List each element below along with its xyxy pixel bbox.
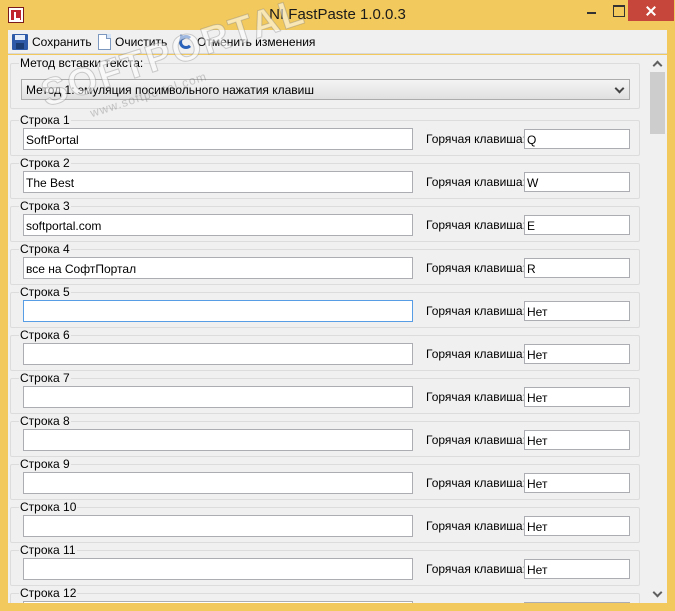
row-text-input[interactable]: SoftPortal [23, 128, 413, 150]
main-panel: Метод вставки текста: Метод 1: эмуляция … [8, 55, 667, 603]
row-label: Строка 2 [19, 156, 71, 170]
scroll-up-arrow-icon[interactable] [649, 55, 666, 72]
title-bar[interactable]: NI FastPaste 1.0.0.3 [0, 0, 675, 30]
method-group: Метод вставки текста: Метод 1: эмуляция … [10, 57, 640, 109]
undo-label: Отменить изменения [197, 35, 316, 49]
row-group: Строка 6 Горячая клавиша: Нет [10, 329, 640, 371]
hotkey-field[interactable]: Нет [524, 387, 630, 407]
chevron-down-icon [614, 83, 625, 94]
row-group: Строка 11 Горячая клавиша: Нет [10, 544, 640, 586]
scroll-down-arrow-icon[interactable] [649, 586, 666, 603]
row-label: Строка 3 [19, 199, 71, 213]
row-group: Строка 12Горячая клавиша: [10, 587, 640, 603]
hotkey-field[interactable] [524, 602, 630, 603]
vertical-scrollbar[interactable] [649, 55, 666, 603]
hotkey-label: Горячая клавиша: [426, 347, 526, 361]
hotkey-label: Горячая клавиша: [426, 261, 526, 275]
row-text-input[interactable] [23, 558, 413, 580]
toolbar: Сохранить Очистить Отменить изменения [8, 30, 667, 54]
undo-icon [179, 35, 193, 49]
row-label: Строка 11 [19, 543, 77, 557]
minimize-button[interactable] [578, 0, 604, 21]
blank-document-icon [98, 34, 111, 50]
hotkey-label: Горячая клавиша: [426, 304, 526, 318]
hotkey-field[interactable]: Нет [524, 473, 630, 493]
method-select[interactable]: Метод 1: эмуляция посимвольного нажатия … [21, 79, 630, 100]
hotkey-field[interactable]: Нет [524, 344, 630, 364]
row-label: Строка 10 [19, 500, 78, 514]
row-group: Строка 4 все на СофтПортал Горячая клавиша… [10, 243, 640, 285]
row-text-input[interactable] [23, 601, 413, 603]
row-text-input[interactable] [23, 386, 413, 408]
row-label: Строка 9 [19, 457, 71, 471]
app-window: NI FastPaste 1.0.0.3 Сохранить Очистить … [0, 0, 675, 611]
undo-changes-button[interactable]: Отменить изменения [179, 33, 315, 51]
row-text-input[interactable]: softportal.com [23, 214, 413, 236]
hotkey-label: Горячая клавиша: [426, 390, 526, 404]
hotkey-field[interactable]: Q [524, 129, 630, 149]
row-label: Строка 12 [19, 586, 78, 600]
hotkey-field[interactable]: W [524, 172, 630, 192]
row-text-input[interactable] [23, 515, 413, 537]
row-label: Строка 8 [19, 414, 71, 428]
hotkey-field[interactable]: Нет [524, 559, 630, 579]
row-group: Строка 5 Горячая клавиша: Нет [10, 286, 640, 328]
hotkey-label: Горячая клавиша: [426, 519, 526, 533]
hotkey-field[interactable]: R [524, 258, 630, 278]
row-group: Строка 1 SoftPortal Горячая клавиша: Q [10, 114, 640, 156]
row-group: Строка 8 Горячая клавиша: Нет [10, 415, 640, 457]
row-label: Строка 4 [19, 242, 71, 256]
clear-button[interactable]: Очистить [98, 33, 167, 51]
row-text-input[interactable]: все на СофтПортал [23, 257, 413, 279]
row-label: Строка 7 [19, 371, 71, 385]
row-text-input[interactable] [23, 300, 413, 322]
row-group: Строка 7 Горячая клавиша: Нет [10, 372, 640, 414]
row-label: Строка 6 [19, 328, 71, 342]
hotkey-label: Горячая клавиша: [426, 175, 526, 189]
close-button[interactable] [628, 0, 674, 21]
hotkey-label: Горячая клавиша: [426, 562, 526, 576]
row-text-input[interactable] [23, 343, 413, 365]
row-text-input[interactable]: The Best [23, 171, 413, 193]
clear-label: Очистить [115, 35, 168, 49]
hotkey-label: Горячая клавиша: [426, 433, 526, 447]
save-button[interactable]: Сохранить [12, 33, 92, 51]
hotkey-label: Горячая клавиша: [426, 476, 526, 490]
row-group: Строка 3 softportal.com Горячая клавиша: E [10, 200, 640, 242]
row-text-input[interactable] [23, 429, 413, 451]
save-label: Сохранить [32, 35, 92, 49]
row-label: Строка 5 [19, 285, 71, 299]
hotkey-field[interactable]: Нет [524, 430, 630, 450]
window-title: NI FastPaste 1.0.0.3 [269, 6, 406, 23]
row-group: Строка 10 Горячая клавиша: Нет [10, 501, 640, 543]
hotkey-field[interactable]: E [524, 215, 630, 235]
hotkey-field[interactable]: Нет [524, 516, 630, 536]
hotkey-field[interactable]: Нет [524, 301, 630, 321]
hotkey-label: Горячая клавиша: [426, 218, 526, 232]
method-group-label: Метод вставки текста: [19, 56, 145, 70]
hotkey-label: Горячая клавиша: [426, 132, 526, 146]
scrollbar-thumb[interactable] [650, 72, 665, 134]
row-text-input[interactable] [23, 472, 413, 494]
floppy-disk-icon [12, 34, 28, 50]
row-group: Строка 9 Горячая клавиша: Нет [10, 458, 640, 500]
row-label: Строка 1 [19, 113, 71, 127]
method-selected-value: Метод 1: эмуляция посимвольного нажатия … [26, 83, 314, 97]
row-group: Строка 2 The Best Горячая клавиша: W [10, 157, 640, 199]
